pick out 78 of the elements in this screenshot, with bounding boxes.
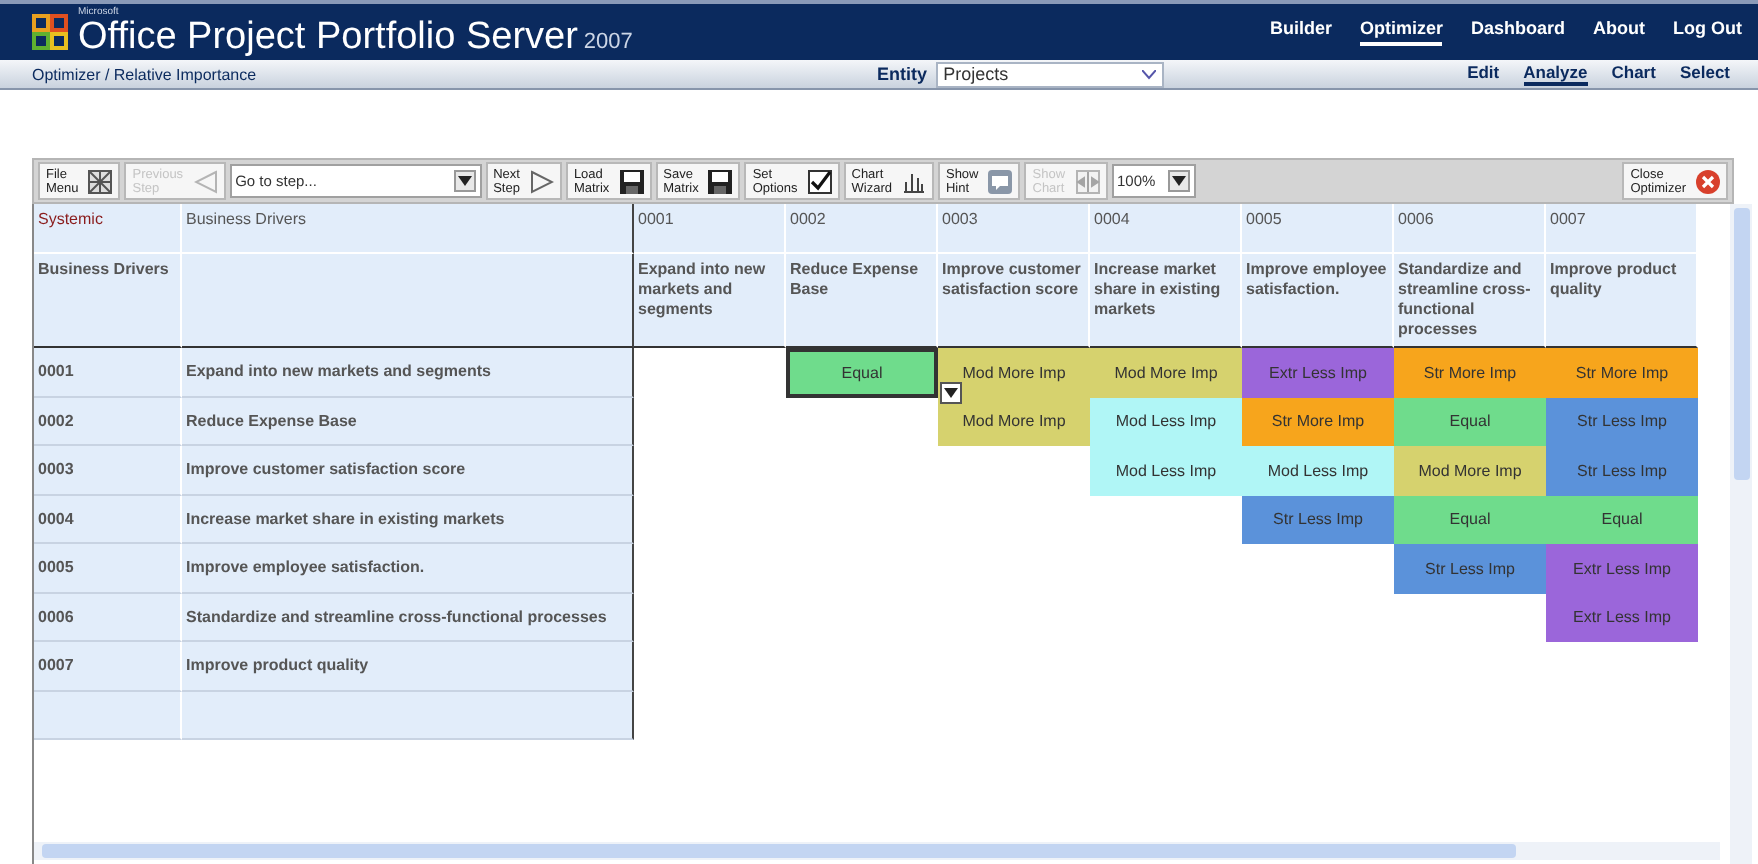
product-title: Office Project Portfolio Server bbox=[78, 15, 578, 57]
rating-cell[interactable]: Str More Imp bbox=[1242, 397, 1394, 446]
column-name: Improve customer satisfaction score bbox=[938, 254, 1090, 348]
rating-cell[interactable]: Str More Imp bbox=[1394, 348, 1546, 397]
nav-link[interactable]: Dashboard bbox=[1470, 18, 1565, 46]
speech-bubble-icon bbox=[988, 169, 1013, 193]
left-triangle-icon bbox=[193, 169, 218, 193]
version-label: 2007 bbox=[583, 29, 633, 53]
nav-link[interactable]: Optimizer bbox=[1359, 18, 1443, 46]
column-name: Reduce Expense Base bbox=[786, 254, 938, 348]
nav-link[interactable]: About bbox=[1593, 18, 1645, 46]
row-code: 0002 bbox=[34, 397, 182, 446]
row-code: 0007 bbox=[34, 642, 182, 691]
vertical-scrollbar[interactable] bbox=[1730, 204, 1752, 864]
column-code: 0006 bbox=[1394, 204, 1546, 254]
rating-cell[interactable]: Mod More Imp bbox=[1090, 348, 1242, 397]
entity-select[interactable]: Projects bbox=[935, 61, 1164, 87]
nav-link[interactable]: Log Out bbox=[1673, 18, 1742, 46]
subnav-link[interactable]: Edit bbox=[1467, 62, 1500, 86]
row-name: Improve product quality bbox=[182, 642, 634, 691]
subnav-link[interactable]: Select bbox=[1679, 62, 1730, 86]
column-name: Improve employee satisfaction. bbox=[1242, 254, 1394, 348]
row-name: Improve employee satisfaction. bbox=[182, 544, 634, 593]
nav-link[interactable]: Builder bbox=[1269, 18, 1332, 46]
column-code: 0005 bbox=[1242, 204, 1394, 254]
row-name: Improve customer satisfaction score bbox=[182, 446, 634, 495]
column-name: Standardize and streamline cross-functional processes bbox=[1394, 254, 1546, 348]
row-code: 0006 bbox=[34, 593, 182, 642]
caret-icon bbox=[1171, 176, 1186, 186]
rating-cell[interactable]: Str Less Imp bbox=[1546, 397, 1698, 446]
rating-cell[interactable]: Equal bbox=[786, 348, 938, 397]
right-triangle-icon bbox=[529, 169, 554, 193]
dropdown-button[interactable] bbox=[940, 382, 962, 404]
grid-icon bbox=[88, 169, 113, 193]
row-name: Reduce Expense Base bbox=[182, 397, 634, 446]
rating-cell[interactable]: Equal bbox=[1546, 495, 1698, 544]
checkbox-icon bbox=[807, 169, 832, 193]
row-header-label: Business Drivers bbox=[34, 254, 182, 348]
column-header: Systemic bbox=[34, 204, 182, 254]
close-icon bbox=[1696, 169, 1720, 193]
entity-label: Entity bbox=[877, 64, 928, 84]
column-code: 0003 bbox=[938, 204, 1090, 254]
subnav-link[interactable]: Chart bbox=[1611, 62, 1656, 86]
column-code: 0001 bbox=[634, 204, 786, 254]
breadcrumb: Optimizer / Relative Importance bbox=[32, 65, 259, 83]
row-code: 0005 bbox=[34, 544, 182, 593]
column-code: 0007 bbox=[1546, 204, 1698, 254]
column-code: 0004 bbox=[1090, 204, 1242, 254]
row-code: 0001 bbox=[34, 348, 182, 397]
subnav-link[interactable]: Analyze bbox=[1523, 62, 1588, 86]
rating-cell[interactable]: Mod Less Imp bbox=[1090, 446, 1242, 495]
rating-cell[interactable]: Mod More Imp bbox=[1394, 446, 1546, 495]
row-name: Standardize and streamline cross-functional processes bbox=[182, 593, 634, 642]
rating-cell[interactable]: Equal bbox=[1394, 397, 1546, 446]
rating-cell[interactable]: Mod More Imp bbox=[938, 348, 1090, 397]
rating-cell[interactable]: Str Less Imp bbox=[1394, 544, 1546, 593]
rating-cell[interactable]: Mod Less Imp bbox=[1242, 446, 1394, 495]
column-name: Expand into new markets and segments bbox=[634, 254, 786, 348]
chevron-icon bbox=[1141, 69, 1156, 79]
logo-icon bbox=[32, 14, 68, 50]
row-name: Expand into new markets and segments bbox=[182, 348, 634, 397]
rating-cell[interactable]: Str More Imp bbox=[1546, 348, 1698, 397]
row-code: 0003 bbox=[34, 446, 182, 495]
rating-cell[interactable]: Str Less Imp bbox=[1242, 495, 1394, 544]
row-code: 0004 bbox=[34, 495, 182, 544]
bar-chart-icon bbox=[901, 169, 926, 193]
column-name: Improve product quality bbox=[1546, 254, 1698, 348]
column-header: Business Drivers bbox=[182, 204, 634, 254]
caret-icon bbox=[457, 176, 472, 186]
rating-cell[interactable]: Mod Less Imp bbox=[1090, 397, 1242, 446]
rating-cell[interactable]: Equal bbox=[1394, 495, 1546, 544]
row-name: Increase market share in existing markets bbox=[182, 495, 634, 544]
rating-cell[interactable]: Mod More Imp bbox=[938, 397, 1090, 446]
rating-cell[interactable]: Str Less Imp bbox=[1546, 446, 1698, 495]
horizontal-scrollbar[interactable] bbox=[34, 842, 1721, 860]
split-arrows-icon bbox=[1075, 169, 1100, 193]
column-code: 0002 bbox=[786, 204, 938, 254]
column-name: Increase market share in existing markets bbox=[1090, 254, 1242, 348]
